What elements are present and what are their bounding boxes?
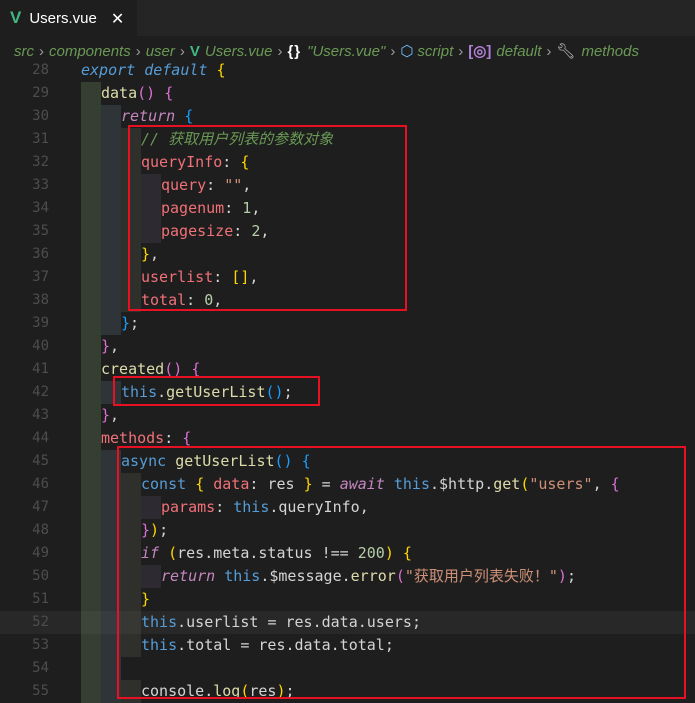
line-number: 52 bbox=[32, 614, 49, 630]
highlight-box-created bbox=[113, 376, 320, 406]
chevron-right-icon: › bbox=[546, 42, 552, 60]
line-number: 55 bbox=[32, 683, 49, 699]
line-number: 50 bbox=[32, 568, 49, 584]
breadcrumb-sfc[interactable]: "Users.vue" bbox=[307, 43, 385, 60]
code-line: 28 export default { bbox=[0, 59, 695, 82]
line-number: 34 bbox=[32, 200, 49, 216]
line-number: 42 bbox=[32, 384, 49, 400]
breadcrumb-src[interactable]: src bbox=[14, 43, 34, 60]
line-number: 49 bbox=[32, 545, 49, 561]
chevron-right-icon: › bbox=[458, 42, 464, 60]
code-line: 39 }; bbox=[0, 312, 695, 335]
chevron-right-icon: › bbox=[179, 42, 185, 60]
code-editor[interactable]: 28 export default { 29 data() { 30 retur… bbox=[0, 59, 695, 703]
module-icon: [◎] bbox=[468, 43, 492, 60]
line-number: 48 bbox=[32, 522, 49, 538]
code-line: 40 }, bbox=[0, 335, 695, 358]
line-number: 54 bbox=[32, 660, 49, 676]
tab-bar: V Users.vue ✕ bbox=[0, 0, 695, 36]
highlight-box-data bbox=[128, 125, 407, 311]
line-number: 30 bbox=[32, 108, 49, 124]
code-line: 43 }, bbox=[0, 404, 695, 427]
line-number: 33 bbox=[32, 177, 49, 193]
wrench-icon: 🔧︎ bbox=[556, 43, 576, 60]
breadcrumb-file[interactable]: Users.vue bbox=[205, 43, 273, 60]
breadcrumb-components[interactable]: components bbox=[49, 43, 131, 60]
chevron-right-icon: › bbox=[277, 42, 283, 60]
line-number: 47 bbox=[32, 499, 49, 515]
chevron-right-icon: › bbox=[39, 42, 44, 60]
breadcrumb-default[interactable]: default bbox=[496, 43, 541, 60]
tab-title: Users.vue bbox=[29, 9, 97, 27]
braces-icon: {} bbox=[287, 42, 302, 60]
line-number: 32 bbox=[32, 154, 49, 170]
line-number: 38 bbox=[32, 292, 49, 308]
chevron-right-icon: › bbox=[135, 42, 141, 60]
line-number: 31 bbox=[32, 131, 49, 147]
vue-icon: V bbox=[189, 42, 200, 60]
line-number: 43 bbox=[32, 407, 49, 423]
line-number: 41 bbox=[32, 361, 49, 377]
line-number: 53 bbox=[32, 637, 49, 653]
line-number: 28 bbox=[32, 62, 49, 78]
line-number: 40 bbox=[32, 338, 49, 354]
line-number: 29 bbox=[32, 85, 49, 101]
close-icon[interactable]: ✕ bbox=[111, 9, 124, 28]
vue-icon: V bbox=[10, 8, 22, 27]
highlight-box-methods bbox=[117, 446, 686, 699]
tab-users-vue[interactable]: V Users.vue ✕ bbox=[0, 0, 137, 36]
line-number: 39 bbox=[32, 315, 49, 331]
line-number: 44 bbox=[32, 430, 49, 446]
line-number: 46 bbox=[32, 476, 49, 492]
code-line: 29 data() { bbox=[0, 82, 695, 105]
line-number: 37 bbox=[32, 269, 49, 285]
line-number: 35 bbox=[32, 223, 49, 239]
line-number: 51 bbox=[32, 591, 49, 607]
code-line: 42 this.getUserList(); bbox=[0, 381, 695, 404]
breadcrumb-user[interactable]: user bbox=[146, 43, 175, 60]
breadcrumb-script[interactable]: script bbox=[417, 43, 453, 60]
line-number: 45 bbox=[32, 453, 49, 469]
breadcrumb-methods[interactable]: methods bbox=[581, 43, 639, 60]
chevron-right-icon: › bbox=[390, 42, 396, 60]
code-line: 41 created() { bbox=[0, 358, 695, 381]
line-number: 36 bbox=[32, 246, 49, 262]
cube-icon: ⬡ bbox=[400, 43, 414, 60]
